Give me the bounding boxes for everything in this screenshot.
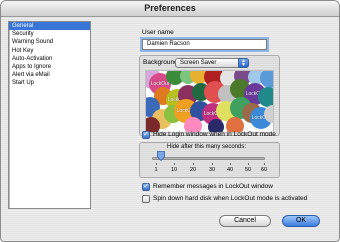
popup-arrows-icon: ▲ ▼ (238, 58, 249, 68)
remember-messages-label: Remember messages in LockOut window (153, 183, 273, 190)
slider-tick (248, 163, 249, 165)
sidebar-item-auto-activation[interactable]: Auto-Activation (9, 55, 90, 63)
hide-login-checkbox[interactable]: ✓ (142, 131, 150, 139)
slider-tick-label: 60 (260, 167, 268, 173)
sidebar-item-security[interactable]: Security (9, 30, 90, 38)
spin-down-label: Spin down hard disk when LockOut mode is… (153, 195, 308, 202)
window-title: Preferences (144, 3, 196, 13)
slider-tick-label: 40 (226, 167, 234, 173)
sidebar-item-hot-key[interactable]: Hot Key (9, 47, 90, 55)
slider-tick-label: 10 (170, 167, 178, 173)
preferences-window: Preferences General Security Warning Sou… (0, 0, 340, 242)
title-bar[interactable]: Preferences (1, 1, 339, 17)
slider-tick-label: 30 (208, 167, 216, 173)
user-name-field[interactable]: Damien Racson (142, 39, 267, 50)
remember-messages-checkbox[interactable]: ✓ (142, 183, 150, 191)
cancel-button[interactable]: Cancel (219, 215, 271, 227)
ok-button[interactable]: OK (282, 215, 320, 227)
slider-tick-label: 50 (244, 167, 252, 173)
preferences-category-list[interactable]: General Security Warning Sound Hot Key A… (8, 21, 91, 209)
sidebar-item-alert-via-email[interactable]: Alert via eMail (9, 71, 90, 79)
lockout-bubble (258, 87, 273, 107)
sidebar-item-apps-to-ignore[interactable]: Apps to Ignore (9, 63, 90, 71)
slider-tick (193, 163, 194, 165)
slider-tick-label: 20 (189, 167, 197, 173)
sidebar-item-warning-sound[interactable]: Warning Sound (9, 38, 90, 46)
background-selected-option: Screen Saver (180, 60, 217, 66)
slider-knob[interactable] (157, 151, 165, 161)
sidebar-item-general[interactable]: General (9, 22, 90, 31)
hide-login-label: Hide Login window when in LockOut mode (153, 131, 276, 138)
background-popup[interactable]: Screen Saver ▲ ▼ (175, 58, 249, 68)
user-name-label: User name (142, 29, 174, 36)
slider-tick (264, 163, 265, 165)
slider-tick-label: 1 (154, 167, 158, 173)
hide-seconds-slider-track[interactable] (152, 157, 265, 160)
slider-caption: Hide after this many seconds: (167, 144, 247, 150)
slider-tick (230, 163, 231, 165)
background-preview: LockOut LockOut LockOut LockOut LockOut … (145, 70, 274, 133)
sidebar-item-start-up[interactable]: Start Up (9, 79, 90, 87)
background-label: Background (143, 59, 178, 66)
slider-tick (174, 163, 175, 165)
slider-tick (212, 163, 213, 165)
slider-tick (156, 163, 157, 165)
spin-down-checkbox[interactable] (142, 195, 150, 203)
